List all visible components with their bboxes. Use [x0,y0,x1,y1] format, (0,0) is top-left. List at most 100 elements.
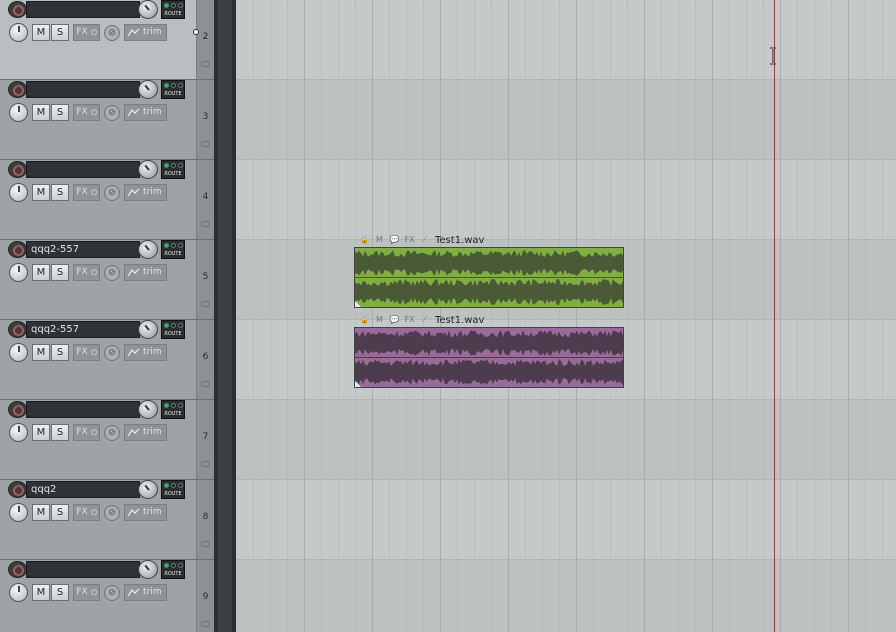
record-arm-icon[interactable] [8,161,27,178]
mute-button[interactable]: M [32,584,50,601]
fx-button[interactable]: FX [75,345,89,360]
route-button[interactable]: ROUTE [161,240,185,259]
fx-icon[interactable]: FX [403,234,416,246]
folder-icon[interactable] [201,541,210,547]
record-arm-icon[interactable] [8,401,27,418]
folder-icon[interactable] [201,301,210,307]
volume-knob[interactable] [138,160,158,179]
fx-button[interactable]: FX [75,425,89,440]
volume-knob[interactable] [138,0,158,19]
phase-invert-icon[interactable]: ⊘ [104,265,120,281]
mute-icon[interactable]: M [373,234,386,246]
track-row[interactable]: ROUTE M S FX ⏻ ⊘ trim 3 [0,80,214,160]
envelope-icon[interactable] [127,347,140,358]
pan-knob[interactable] [9,263,28,282]
fx-button[interactable]: FX [75,185,89,200]
phase-invert-icon[interactable]: ⊘ [104,425,120,441]
solo-button[interactable]: S [51,24,69,41]
track-row[interactable]: ROUTE M S FX ⏻ ⊘ trim 7 [0,400,214,480]
trim-label[interactable]: trim [143,425,162,440]
fx-button[interactable]: FX [75,105,89,120]
notes-icon[interactable]: 💬 [388,234,401,246]
trim-label[interactable]: trim [143,265,162,280]
mute-button[interactable]: M [32,504,50,521]
track-name-field[interactable] [26,81,140,98]
fx-button[interactable]: FX [75,25,89,40]
folder-icon[interactable] [201,141,210,147]
track-name-field[interactable] [26,561,140,578]
envelope-icon[interactable] [127,267,140,278]
pan-knob[interactable] [9,23,28,42]
envelope-icon[interactable] [127,587,140,598]
solo-button[interactable]: S [51,104,69,121]
power-icon[interactable]: ⏻ [89,25,99,40]
fx-button[interactable]: FX [75,585,89,600]
phase-invert-icon[interactable]: ⊘ [104,345,120,361]
solo-button[interactable]: S [51,584,69,601]
phase-invert-icon[interactable]: ⊘ [104,105,120,121]
volume-knob[interactable] [138,240,158,259]
track-name-field[interactable] [26,1,140,18]
envelope-icon[interactable]: ⟋ [418,234,431,246]
track-row[interactable]: ROUTE M S FX ⏻ ⊘ trim 9 [0,560,214,632]
edit-cursor[interactable] [774,0,775,632]
folder-icon[interactable] [201,381,210,387]
solo-button[interactable]: S [51,504,69,521]
route-button[interactable]: ROUTE [161,0,185,19]
power-icon[interactable]: ⏻ [89,585,99,600]
mute-button[interactable]: M [32,104,50,121]
folder-icon[interactable] [201,461,210,467]
fx-icon[interactable]: FX [403,314,416,326]
mute-button[interactable]: M [32,184,50,201]
lock-icon[interactable]: 🔒 [358,314,371,326]
envelope-icon[interactable] [127,187,140,198]
power-icon[interactable]: ⏻ [89,105,99,120]
solo-button[interactable]: S [51,264,69,281]
record-arm-icon[interactable] [8,561,27,578]
mute-icon[interactable]: M [373,314,386,326]
route-button[interactable]: ROUTE [161,80,185,99]
media-item[interactable]: 🔒 M 💬 FX ⟋ Test1.wav [354,233,624,309]
folder-icon[interactable] [201,61,210,67]
route-button[interactable]: ROUTE [161,560,185,579]
track-name-field[interactable] [26,401,140,418]
trim-label[interactable]: trim [143,105,162,120]
track-name-field[interactable]: qqq2-557 [26,321,140,338]
track-row[interactable]: qqq2 ROUTE M S FX ⏻ ⊘ trim 8 [0,480,214,560]
trim-label[interactable]: trim [143,585,162,600]
record-arm-icon[interactable] [8,321,27,338]
envelope-icon[interactable] [127,107,140,118]
arrange-view[interactable]: 🔒 M 💬 FX ⟋ Test1.wav 🔒 M 💬 FX ⟋ Test1.wav [236,0,896,632]
track-name-field[interactable]: qqq2 [26,481,140,498]
mute-button[interactable]: M [32,24,50,41]
media-item[interactable]: 🔒 M 💬 FX ⟋ Test1.wav [354,313,624,389]
trim-label[interactable]: trim [143,185,162,200]
mute-button[interactable]: M [32,264,50,281]
folder-icon[interactable] [201,621,210,627]
track-row[interactable]: ROUTE M S FX ⏻ ⊘ trim 2 [0,0,214,80]
trim-label[interactable]: trim [143,25,162,40]
power-icon[interactable]: ⏻ [89,185,99,200]
fx-button[interactable]: FX [75,265,89,280]
lock-icon[interactable]: 🔒 [358,234,371,246]
envelope-icon[interactable] [127,507,140,518]
volume-knob[interactable] [138,80,158,99]
volume-knob[interactable] [138,480,158,499]
solo-button[interactable]: S [51,344,69,361]
power-icon[interactable]: ⏻ [89,505,99,520]
phase-invert-icon[interactable]: ⊘ [104,585,120,601]
trim-label[interactable]: trim [143,505,162,520]
phase-invert-icon[interactable]: ⊘ [104,505,120,521]
pan-knob[interactable] [9,503,28,522]
volume-knob[interactable] [138,320,158,339]
envelope-icon[interactable] [127,427,140,438]
track-name-field[interactable]: qqq2-557 [26,241,140,258]
power-icon[interactable]: ⏻ [89,265,99,280]
record-arm-icon[interactable] [8,81,27,98]
trim-label[interactable]: trim [143,345,162,360]
solo-button[interactable]: S [51,424,69,441]
pan-knob[interactable] [9,423,28,442]
fx-button[interactable]: FX [75,505,89,520]
record-arm-icon[interactable] [8,241,27,258]
track-row[interactable]: qqq2-557 ROUTE M S FX ⏻ ⊘ trim 6 [0,320,214,400]
